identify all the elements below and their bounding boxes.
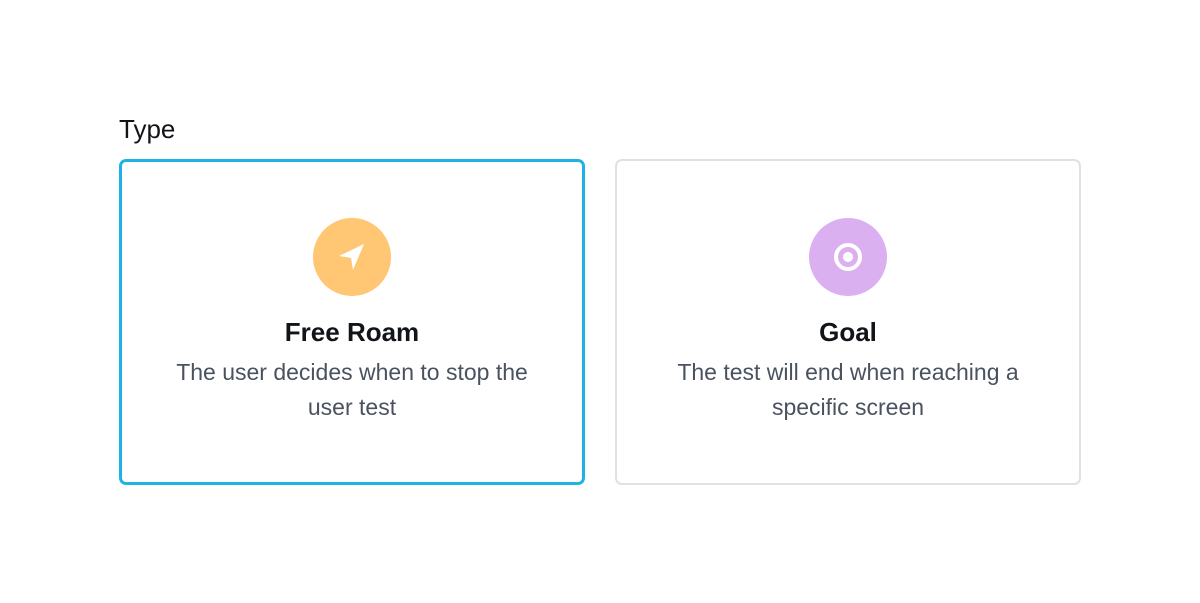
goal-title: Goal <box>819 317 877 347</box>
goal-option[interactable]: Goal The test will end when reaching a s… <box>615 159 1081 485</box>
free-roam-description: The user decides when to stop the user t… <box>176 359 528 420</box>
free-roam-option[interactable]: Free Roam The user decides when to stop … <box>119 159 585 485</box>
goal-icon-badge <box>809 218 887 296</box>
navigation-arrow-icon <box>339 244 364 270</box>
goal-description: The test will end when reaching a specif… <box>677 359 1019 420</box>
target-icon <box>834 243 862 271</box>
free-roam-icon-badge <box>313 218 391 296</box>
type-section: Type Free Roam The user decides when to … <box>119 112 1082 485</box>
type-options: Free Roam The user decides when to stop … <box>119 159 1082 485</box>
type-label: Type <box>119 114 176 144</box>
free-roam-title: Free Roam <box>284 317 420 347</box>
